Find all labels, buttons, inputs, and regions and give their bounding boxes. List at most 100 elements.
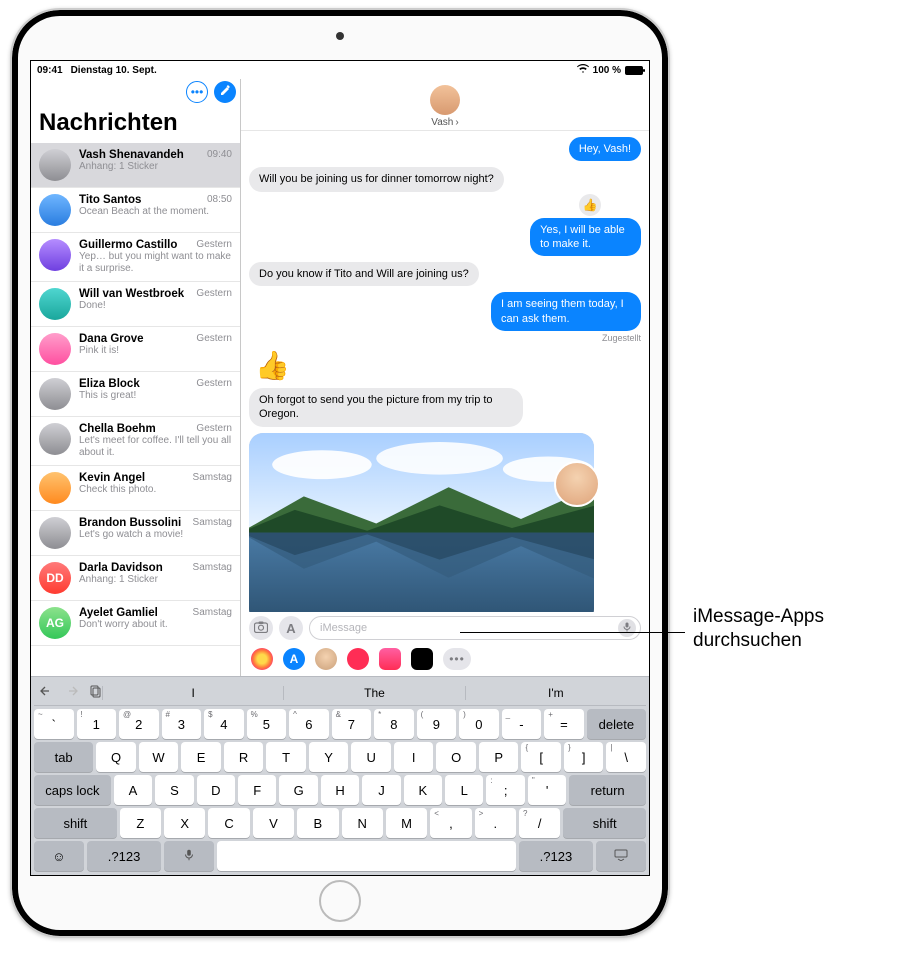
key-1[interactable]: !1: [77, 709, 117, 739]
key-g[interactable]: G: [279, 775, 317, 805]
key-v[interactable]: V: [253, 808, 294, 838]
suggestion[interactable]: The: [283, 686, 464, 700]
key-o[interactable]: O: [436, 742, 476, 772]
animoji-app-icon[interactable]: [411, 648, 433, 670]
key-`[interactable]: ~`: [34, 709, 74, 739]
key-q[interactable]: Q: [96, 742, 136, 772]
key-7[interactable]: &7: [332, 709, 372, 739]
chat-header[interactable]: Vash ›: [241, 79, 649, 131]
tapback-thumbsup[interactable]: 👍: [579, 194, 601, 216]
key-blank[interactable]: [217, 841, 516, 871]
key-y[interactable]: Y: [309, 742, 349, 772]
key-8[interactable]: *8: [374, 709, 414, 739]
more-apps-button[interactable]: •••: [443, 648, 471, 670]
message-in[interactable]: Will you be joining us for dinner tomorr…: [249, 167, 504, 191]
home-button[interactable]: [319, 880, 361, 922]
key-delete[interactable]: delete: [587, 709, 646, 739]
key-.[interactable]: >.: [475, 808, 516, 838]
message-photo[interactable]: [249, 433, 594, 612]
conversation-item[interactable]: Guillermo Castillo Gestern Yep… but you …: [31, 233, 240, 282]
key-=[interactable]: +=: [544, 709, 584, 739]
suggestion[interactable]: I'm: [465, 686, 646, 700]
key-r[interactable]: R: [224, 742, 264, 772]
key-/[interactable]: ?/: [519, 808, 560, 838]
key-e[interactable]: E: [181, 742, 221, 772]
key-u[interactable]: U: [351, 742, 391, 772]
image-search-app-icon[interactable]: [347, 648, 369, 670]
key-caps lock[interactable]: caps lock: [34, 775, 111, 805]
compose-button[interactable]: [214, 81, 236, 103]
message-out[interactable]: Yes, I will be able to make it.: [530, 218, 641, 257]
key-.?123[interactable]: .?123: [87, 841, 162, 871]
key-w[interactable]: W: [139, 742, 179, 772]
camera-button[interactable]: [249, 616, 273, 640]
key-c[interactable]: C: [208, 808, 249, 838]
message-input[interactable]: iMessage: [309, 616, 641, 640]
message-in[interactable]: Oh forgot to send you the picture from m…: [249, 388, 523, 427]
memoji-app-icon[interactable]: [315, 648, 337, 670]
more-button[interactable]: •••: [186, 81, 208, 103]
key-4[interactable]: $4: [204, 709, 244, 739]
key-f[interactable]: F: [238, 775, 276, 805]
key-dictate[interactable]: [164, 841, 214, 871]
key-a[interactable]: A: [114, 775, 152, 805]
key-k[interactable]: K: [404, 775, 442, 805]
redo-button[interactable]: [64, 684, 78, 701]
key-][interactable]: }]: [564, 742, 604, 772]
key-0[interactable]: )0: [459, 709, 499, 739]
conversation-item[interactable]: Brandon Bussolini Samstag Let's go watch…: [31, 511, 240, 556]
message-emoji[interactable]: 👍: [249, 349, 290, 382]
conversation-item[interactable]: Will van Westbroek Gestern Done!: [31, 282, 240, 327]
key-6[interactable]: ^6: [289, 709, 329, 739]
key-5[interactable]: %5: [247, 709, 287, 739]
clipboard-button[interactable]: [88, 684, 102, 701]
key-2[interactable]: @2: [119, 709, 159, 739]
key-x[interactable]: X: [164, 808, 205, 838]
key-emoji[interactable]: ☺: [34, 841, 84, 871]
key-hide-keyboard[interactable]: [596, 841, 646, 871]
key-\[interactable]: |\: [606, 742, 646, 772]
appstore-app-icon[interactable]: [283, 648, 305, 670]
message-in[interactable]: Do you know if Tito and Will are joining…: [249, 262, 479, 286]
key-[[interactable]: {[: [521, 742, 561, 772]
key-z[interactable]: Z: [120, 808, 161, 838]
contact-avatar[interactable]: [430, 85, 460, 115]
key-m[interactable]: M: [386, 808, 427, 838]
undo-button[interactable]: [40, 684, 54, 701]
appstore-button[interactable]: A: [279, 616, 303, 640]
conversation-item[interactable]: Chella Boehm Gestern Let's meet for coff…: [31, 417, 240, 466]
memoji-sticker[interactable]: [554, 461, 600, 507]
conversation-item[interactable]: Vash Shenavandeh 09:40 Anhang: 1 Sticker: [31, 143, 240, 188]
key-j[interactable]: J: [362, 775, 400, 805]
key-t[interactable]: T: [266, 742, 306, 772]
key-d[interactable]: D: [197, 775, 235, 805]
key-tab[interactable]: tab: [34, 742, 93, 772]
key--[interactable]: _-: [502, 709, 542, 739]
chat-messages[interactable]: Hey, Vash! Will you be joining us for di…: [241, 131, 649, 612]
photos-app-icon[interactable]: [251, 648, 273, 670]
key-return[interactable]: return: [569, 775, 646, 805]
key-9[interactable]: (9: [417, 709, 457, 739]
conversation-item[interactable]: Kevin Angel Samstag Check this photo.: [31, 466, 240, 511]
message-out[interactable]: Hey, Vash!: [569, 137, 641, 161]
key-shift[interactable]: shift: [563, 808, 646, 838]
key-b[interactable]: B: [297, 808, 338, 838]
key-.?123[interactable]: .?123: [519, 841, 594, 871]
conversation-list[interactable]: Vash Shenavandeh 09:40 Anhang: 1 Sticker…: [31, 143, 240, 676]
conversation-item[interactable]: DD Darla Davidson Samstag Anhang: 1 Stic…: [31, 556, 240, 601]
conversation-item[interactable]: Tito Santos 08:50 Ocean Beach at the mom…: [31, 188, 240, 233]
key-l[interactable]: L: [445, 775, 483, 805]
dictate-button[interactable]: [618, 619, 636, 637]
key-s[interactable]: S: [155, 775, 193, 805]
music-app-icon[interactable]: [379, 648, 401, 670]
key-'[interactable]: "': [528, 775, 566, 805]
key-i[interactable]: I: [394, 742, 434, 772]
conversation-item[interactable]: Dana Grove Gestern Pink it is!: [31, 327, 240, 372]
key-h[interactable]: H: [321, 775, 359, 805]
key-n[interactable]: N: [342, 808, 383, 838]
suggestion[interactable]: I: [102, 686, 283, 700]
message-out[interactable]: I am seeing them today, I can ask them.: [491, 292, 641, 331]
conversation-item[interactable]: AG Ayelet Gamliel Samstag Don't worry ab…: [31, 601, 240, 646]
key-,[interactable]: <,: [430, 808, 471, 838]
conversation-item[interactable]: Eliza Block Gestern This is great!: [31, 372, 240, 417]
